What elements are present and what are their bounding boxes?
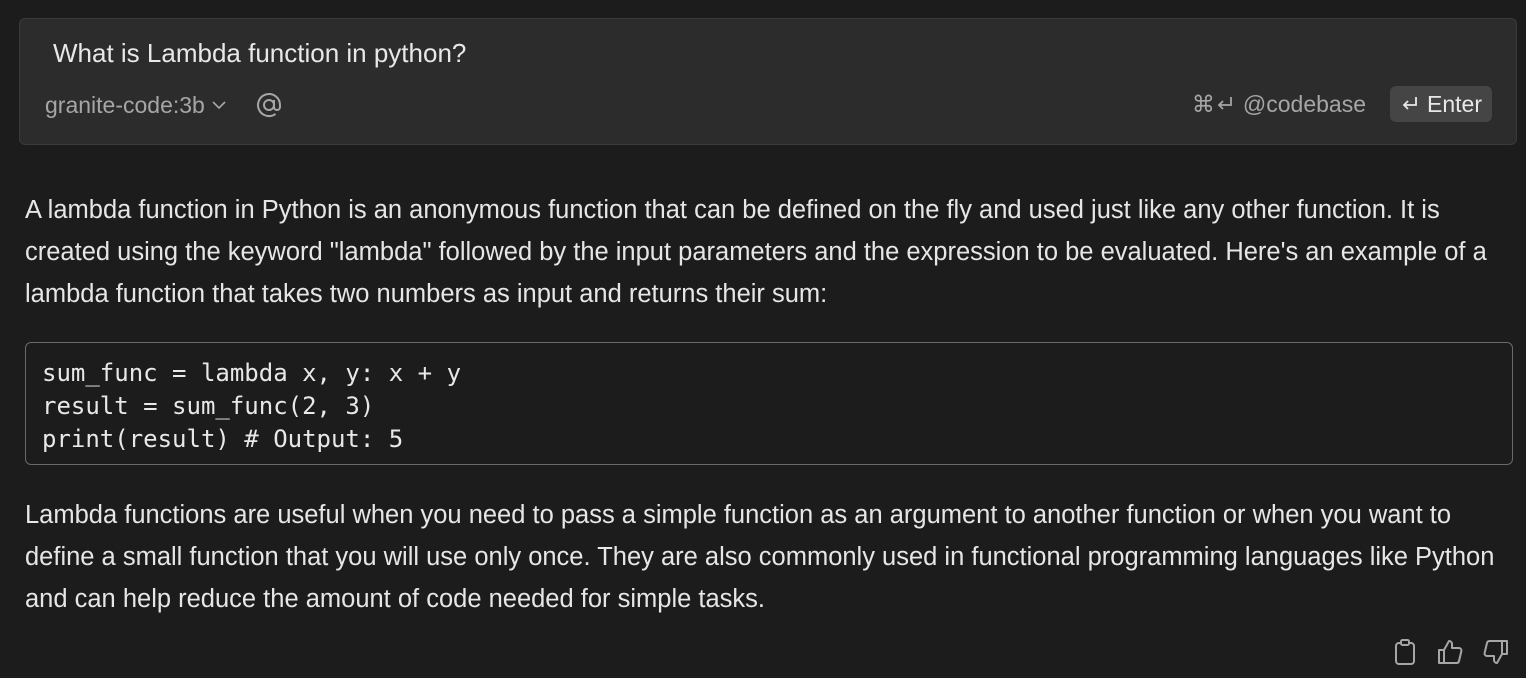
response-paragraph: Lambda functions are useful when you nee… bbox=[25, 501, 1495, 613]
codebase-label: @codebase bbox=[1242, 90, 1367, 117]
thumbs-down-icon bbox=[1483, 640, 1508, 664]
code-block[interactable]: sum_func = lambda x, y: x + y result = s… bbox=[25, 342, 1513, 465]
response-paragraph: A lambda function in Python is an anonym… bbox=[25, 196, 1487, 308]
clipboard-icon bbox=[1395, 639, 1415, 665]
dislike-button[interactable] bbox=[1482, 638, 1510, 666]
response-actions bbox=[1374, 638, 1510, 666]
return-icon bbox=[1217, 97, 1232, 110]
mention-button[interactable] bbox=[255, 91, 283, 119]
input-toolbar-left: granite-code:3b bbox=[45, 89, 283, 121]
thumbs-up-icon bbox=[1438, 640, 1463, 664]
chat-input-box[interactable]: What is Lambda function in python? grani… bbox=[19, 18, 1517, 145]
command-key-icon: ⌘ bbox=[1191, 90, 1215, 117]
enter-label: Enter bbox=[1427, 90, 1482, 117]
code-line: result = sum_func(2, 3) bbox=[42, 392, 375, 420]
codebase-button[interactable]: ⌘ @codebase bbox=[1192, 91, 1366, 118]
code-line: sum_func = lambda x, y: x + y bbox=[42, 359, 462, 387]
chevron-down-icon bbox=[212, 101, 226, 110]
codebase-shortcut: ⌘ bbox=[1192, 91, 1235, 118]
query-text[interactable]: What is Lambda function in python? bbox=[53, 37, 466, 69]
input-toolbar-right: ⌘ @codebase Enter bbox=[1192, 85, 1492, 123]
model-select-label: granite-code:3b bbox=[45, 91, 205, 118]
code-line: print(result) # Output: 5 bbox=[42, 425, 404, 453]
copy-button[interactable] bbox=[1392, 638, 1418, 666]
at-sign-icon bbox=[256, 93, 281, 117]
enter-button[interactable]: Enter bbox=[1390, 86, 1492, 122]
like-button[interactable] bbox=[1436, 638, 1464, 666]
return-icon bbox=[1402, 97, 1417, 110]
model-select[interactable]: granite-code:3b bbox=[45, 92, 227, 119]
